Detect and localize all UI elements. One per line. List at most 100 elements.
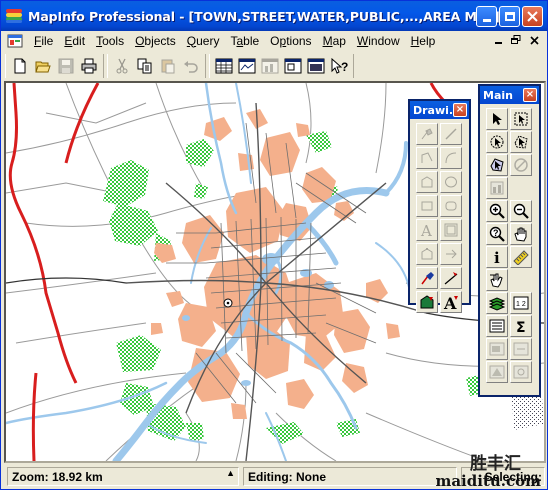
zoom-out-icon — [513, 203, 529, 219]
unselect-all-button[interactable] — [510, 154, 532, 176]
menu-file[interactable]: File — [29, 34, 59, 48]
main-palette-close-button[interactable]: × — [523, 88, 537, 102]
label-tool-button[interactable] — [486, 338, 508, 360]
zoom-status[interactable]: Zoom: 18.92 km ▲ — [7, 467, 239, 486]
region-style-button[interactable] — [416, 291, 438, 313]
clip-region-button[interactable] — [486, 361, 508, 383]
line-style-icon — [444, 272, 458, 285]
chevron-up-icon[interactable]: ▲ — [226, 468, 235, 478]
text-tool-button[interactable]: A — [416, 219, 438, 241]
new-mapper-icon[interactable] — [236, 55, 258, 77]
ellipse-tool-button[interactable] — [440, 171, 462, 193]
water-layer — [6, 83, 411, 461]
show-legend-button[interactable]: 1 2 — [510, 292, 532, 314]
svg-text:i: i — [494, 250, 500, 264]
line-icon — [445, 128, 457, 140]
statistics-button[interactable]: Σ — [510, 315, 532, 337]
svg-text:?: ? — [341, 60, 348, 74]
polygon-select-button[interactable] — [510, 131, 532, 153]
main-palette-title[interactable]: Main × — [480, 86, 539, 104]
frame-tool-button[interactable] — [440, 219, 462, 241]
boundary-select-button[interactable] — [486, 154, 508, 176]
select-tool-button[interactable] — [486, 108, 508, 130]
main-palette: Main × ? i 1 2 Σ — [478, 84, 541, 397]
cut-icon[interactable] — [111, 55, 133, 77]
arc-tool-button[interactable] — [440, 147, 462, 169]
arrow-pointer-icon — [493, 113, 502, 125]
info-tool-button[interactable]: i — [486, 246, 508, 268]
undo-icon[interactable] — [180, 55, 202, 77]
change-view-icon: ? — [489, 226, 505, 242]
new-grapher-icon[interactable] — [259, 55, 281, 77]
unselect-all-icon — [514, 158, 528, 172]
drag-window-button[interactable] — [510, 338, 532, 360]
new-redistrict-icon[interactable] — [305, 55, 327, 77]
menu-edit[interactable]: Edit — [59, 34, 91, 48]
drawing-palette-title[interactable]: Drawi... × — [410, 101, 469, 119]
editing-status[interactable]: Editing: None — [243, 467, 457, 486]
label-icon — [489, 342, 505, 356]
minimize-button[interactable] — [476, 6, 497, 27]
print-icon[interactable] — [78, 55, 100, 77]
radius-select-button[interactable] — [486, 131, 508, 153]
rounded-rectangle-tool-button[interactable] — [440, 195, 462, 217]
close-button[interactable] — [522, 6, 543, 27]
ruler-tool-button[interactable] — [510, 246, 532, 268]
set-target-button[interactable] — [510, 361, 532, 383]
grabber-button[interactable] — [510, 223, 532, 245]
document-icon[interactable] — [7, 34, 23, 48]
menu-window[interactable]: Window — [352, 34, 406, 48]
frame-icon — [444, 223, 458, 237]
graph-select-button[interactable] — [486, 177, 508, 199]
browser-list-icon — [489, 319, 505, 333]
new-layout-icon[interactable] — [282, 55, 304, 77]
zoom-out-button[interactable] — [510, 200, 532, 222]
add-node-tool-button[interactable] — [440, 243, 462, 265]
maximize-button[interactable] — [499, 6, 520, 27]
title-bar[interactable]: MapInfo Professional - [TOWN,STREET,WATE… — [1, 1, 547, 31]
zoom-in-button[interactable] — [486, 200, 508, 222]
marquee-select-button[interactable] — [510, 108, 532, 130]
symbol-tool-button[interactable] — [416, 123, 438, 145]
new-browser-icon[interactable] — [213, 55, 235, 77]
menu-help[interactable]: Help — [406, 34, 442, 48]
hotlink-tool-button[interactable] — [486, 269, 508, 291]
ellipse-icon — [445, 176, 457, 188]
line-tool-button[interactable] — [440, 123, 462, 145]
mdi-minimize-button[interactable] — [491, 33, 505, 47]
menu-tools[interactable]: Tools — [91, 34, 130, 48]
browser-button[interactable] — [486, 315, 508, 337]
menu-objects[interactable]: Objects — [130, 34, 182, 48]
menu-query[interactable]: Query — [182, 34, 226, 48]
drawing-palette-close-button[interactable]: × — [453, 103, 467, 117]
legend-icon: 1 2 — [513, 296, 529, 310]
change-view-button[interactable]: ? — [486, 223, 508, 245]
paste-icon[interactable] — [157, 55, 179, 77]
line-style-button[interactable] — [440, 267, 462, 289]
menu-map[interactable]: Map — [318, 34, 352, 48]
layer-control-button[interactable] — [486, 292, 508, 314]
watermark-chinese-text: 胜丰汇 — [470, 454, 521, 474]
location-marker[interactable] — [223, 298, 233, 308]
polygon-tool-button[interactable] — [416, 171, 438, 193]
copy-icon[interactable] — [134, 55, 156, 77]
open-icon[interactable] — [32, 55, 54, 77]
symbol-style-button[interactable] — [416, 267, 438, 289]
menu-options[interactable]: Options — [265, 34, 317, 48]
save-icon[interactable] — [55, 55, 77, 77]
arc-icon — [445, 152, 457, 164]
mdi-restore-button[interactable] — [509, 33, 523, 47]
text-icon: A — [420, 223, 432, 237]
set-target-icon — [513, 365, 529, 379]
mapinfo-logo-icon — [6, 8, 22, 24]
reshape-tool-button[interactable] — [416, 243, 438, 265]
rectangle-tool-button[interactable] — [416, 195, 438, 217]
svg-text:A: A — [420, 223, 432, 237]
menu-table[interactable]: Table — [225, 34, 265, 48]
new-icon[interactable] — [9, 55, 31, 77]
polyline-tool-button[interactable] — [416, 147, 438, 169]
hotlink-icon — [490, 273, 503, 288]
mdi-close-button[interactable] — [527, 33, 541, 47]
help-pointer-icon[interactable]: ? — [328, 55, 350, 77]
text-style-button[interactable]: A — [440, 291, 462, 313]
